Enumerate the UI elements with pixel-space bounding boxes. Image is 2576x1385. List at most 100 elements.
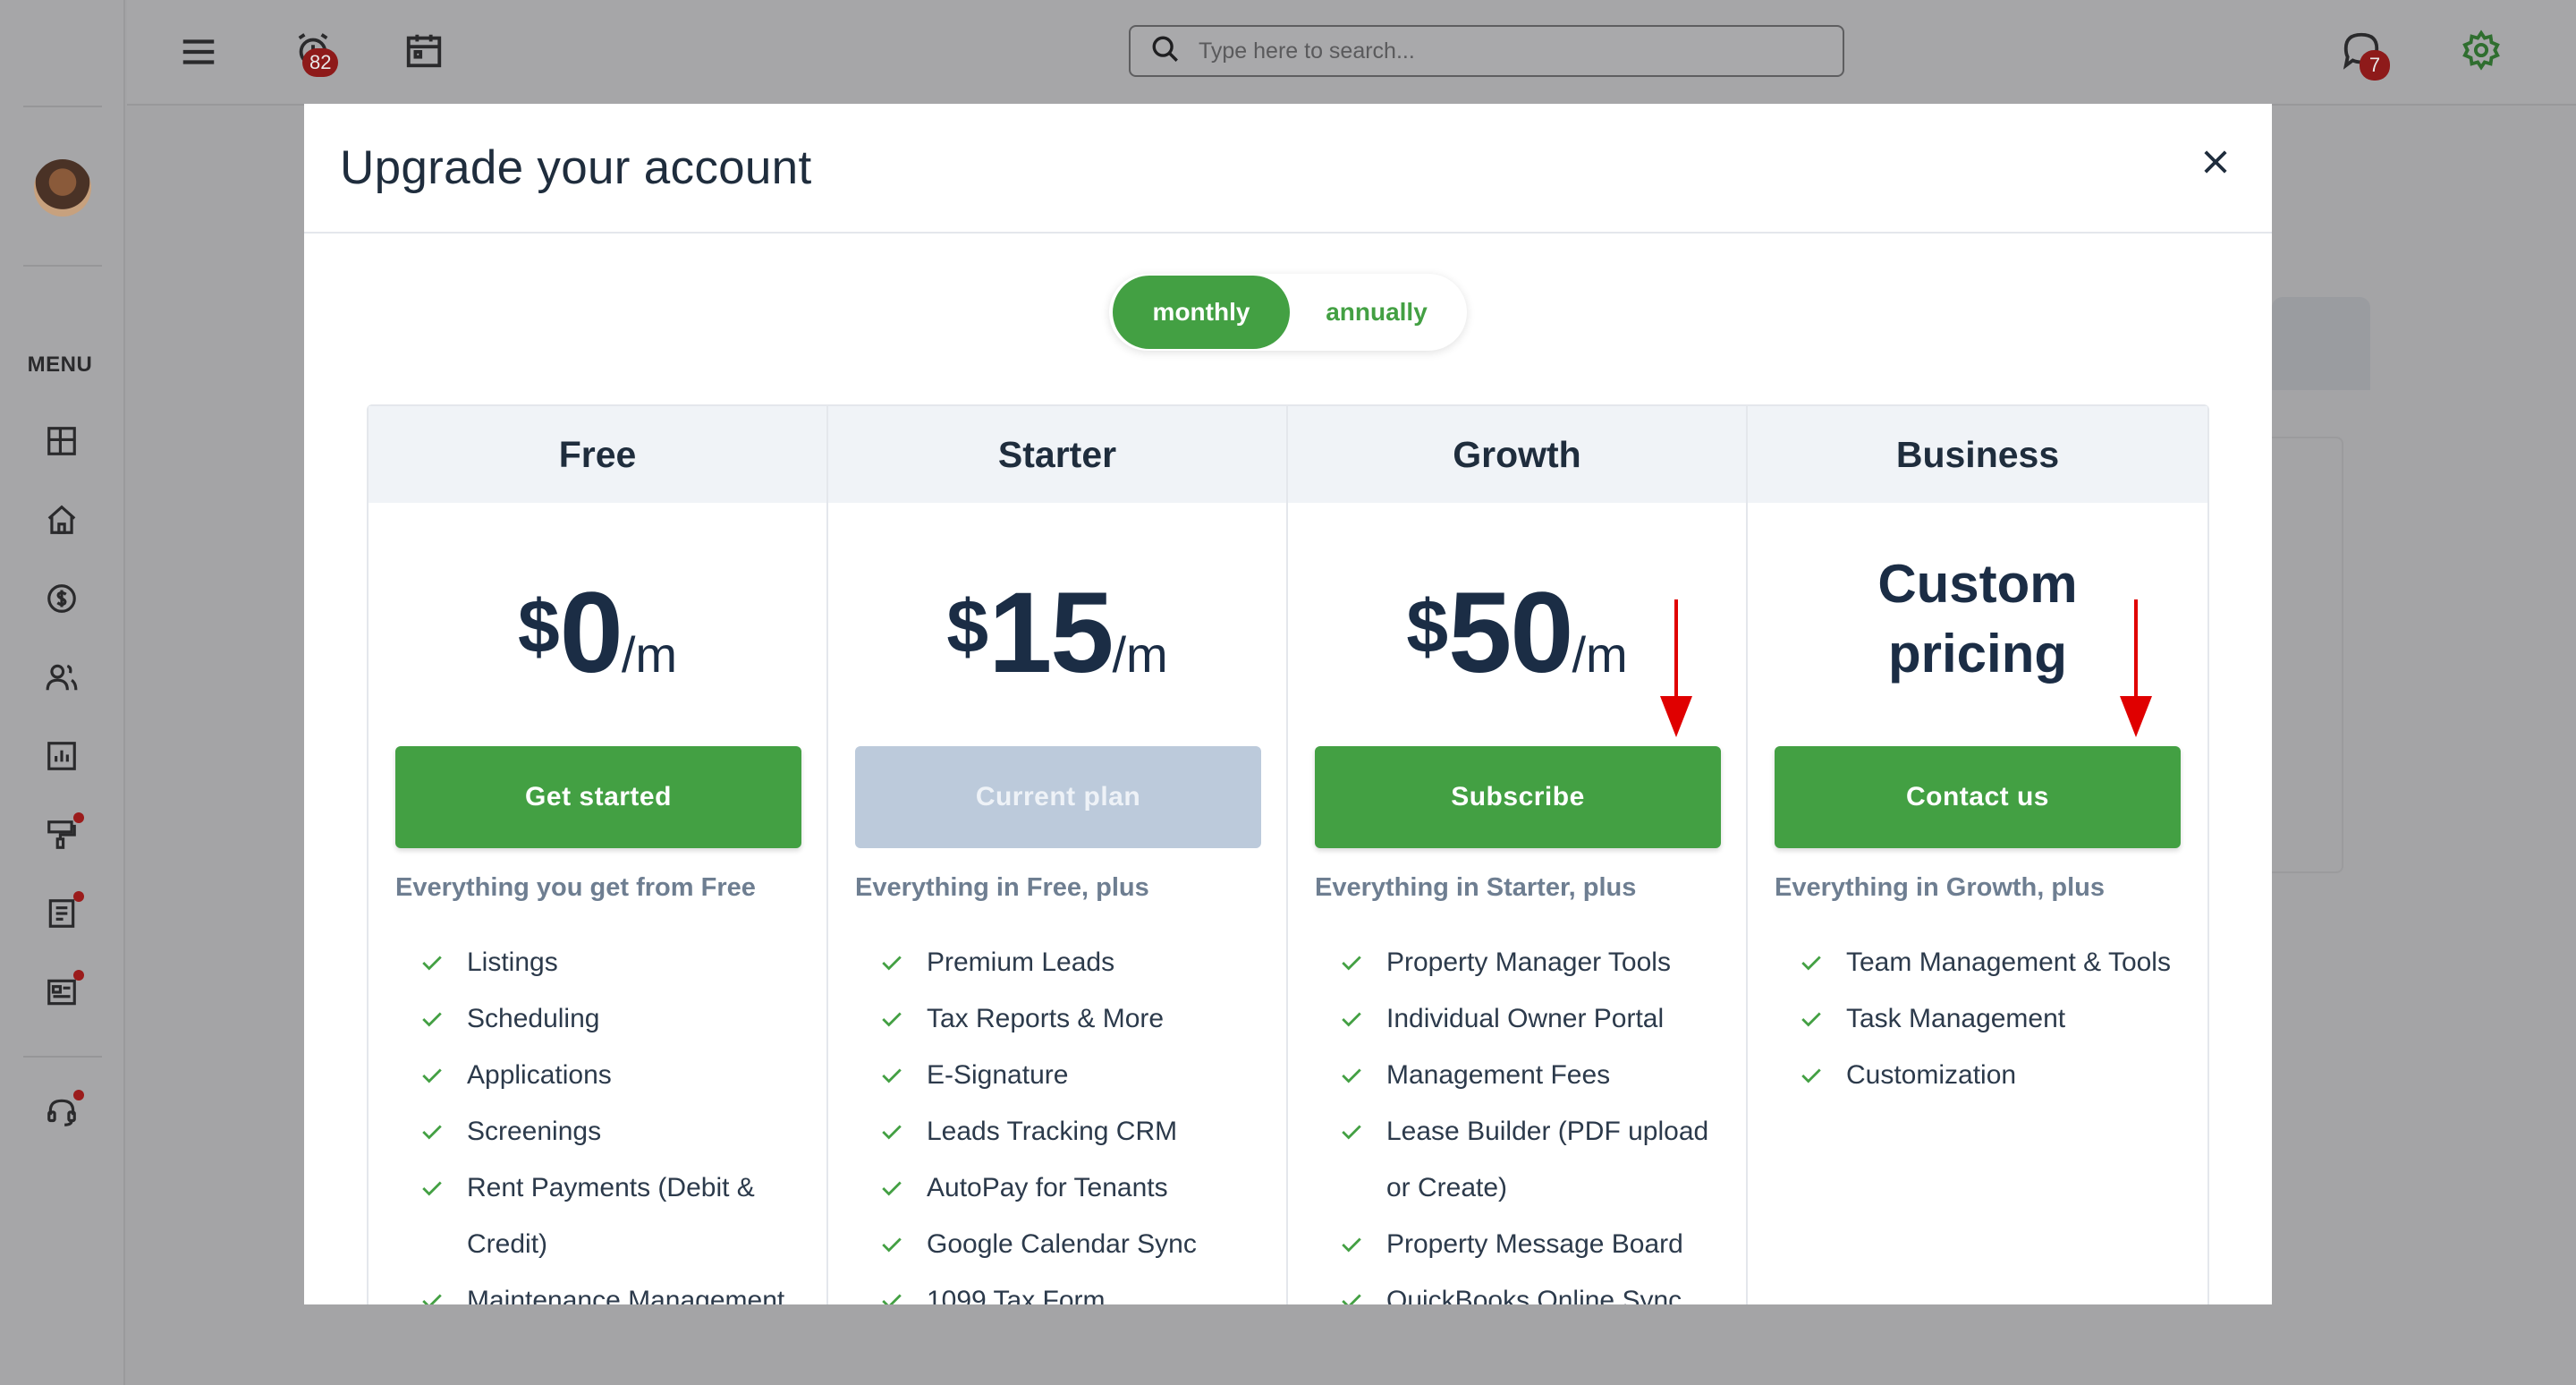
check-icon bbox=[420, 1047, 449, 1103]
check-icon bbox=[1340, 1272, 1368, 1304]
check-icon bbox=[1340, 1103, 1368, 1160]
check-icon bbox=[420, 934, 449, 990]
plan-price: $0/m bbox=[369, 567, 826, 699]
feature-item: QuickBooks Online Sync bbox=[1340, 1272, 1733, 1304]
check-icon bbox=[880, 934, 909, 990]
check-icon bbox=[880, 1272, 909, 1304]
notification-dot bbox=[73, 970, 84, 981]
feature-item: Rent Payments (Debit & Credit) bbox=[420, 1160, 814, 1272]
search-box[interactable] bbox=[1129, 25, 1844, 77]
feature-label: Applications bbox=[467, 1060, 612, 1090]
modal-title: Upgrade your account bbox=[340, 141, 812, 194]
close-icon bbox=[2204, 150, 2227, 174]
price-amount: 50 bbox=[1448, 569, 1573, 697]
calendar-icon[interactable] bbox=[399, 25, 449, 75]
current-plan-button: Current plan bbox=[855, 746, 1261, 848]
check-icon bbox=[1340, 1216, 1368, 1272]
check-icon bbox=[1340, 1047, 1368, 1103]
feature-item: Property Message Board bbox=[1340, 1216, 1733, 1272]
feature-item: Individual Owner Portal bbox=[1340, 990, 1733, 1047]
check-icon bbox=[880, 990, 909, 1047]
feature-item: Management Fees bbox=[1340, 1047, 1733, 1103]
feature-item: E-Signature bbox=[880, 1047, 1274, 1103]
plan-free: Free $0/m Get started Everything you get… bbox=[369, 406, 828, 1304]
check-icon bbox=[420, 1160, 449, 1216]
feature-label: Rent Payments (Debit & Credit) bbox=[467, 1173, 755, 1259]
modal-header: Upgrade your account bbox=[304, 104, 2272, 234]
feature-label: 1099 Tax Form bbox=[927, 1286, 1106, 1304]
sidebar-divider bbox=[23, 1056, 102, 1058]
feature-list: Team Management & Tools Task Management Cu… bbox=[1800, 934, 2193, 1103]
support-icon[interactable] bbox=[43, 1090, 84, 1131]
feature-label: AutoPay for Tenants bbox=[927, 1173, 1168, 1202]
price-period: /m bbox=[621, 626, 678, 683]
chart-icon[interactable] bbox=[43, 737, 80, 775]
plan-subtitle: Everything in Growth, plus bbox=[1775, 873, 2105, 902]
avatar[interactable] bbox=[34, 159, 91, 217]
contact-us-button[interactable]: Contact us bbox=[1775, 746, 2181, 848]
feature-label: Property Message Board bbox=[1386, 1229, 1683, 1259]
plan-price: $15/m bbox=[828, 567, 1286, 699]
feature-label: Task Management bbox=[1846, 1004, 2066, 1033]
subscribe-button[interactable]: Subscribe bbox=[1315, 746, 1721, 848]
listing-icon[interactable] bbox=[43, 970, 84, 1011]
sidebar: MENU bbox=[0, 0, 125, 1385]
plan-growth: Growth $50/m Subscribe Everything in Sta… bbox=[1288, 406, 1748, 1304]
feature-item: 1099 Tax Form bbox=[880, 1272, 1274, 1304]
check-icon bbox=[1800, 934, 1828, 990]
billing-period-toggle[interactable]: monthly annually bbox=[1109, 274, 1467, 351]
feature-item: Listings bbox=[420, 934, 814, 990]
sidebar-divider bbox=[23, 265, 102, 267]
feature-item: Maintenance Management bbox=[420, 1272, 814, 1304]
maintenance-icon[interactable] bbox=[43, 812, 84, 854]
check-icon bbox=[1800, 1047, 1828, 1103]
feature-item: Premium Leads bbox=[880, 934, 1274, 990]
sidebar-divider bbox=[23, 106, 102, 107]
feature-item: Task Management bbox=[1800, 990, 2193, 1047]
notification-dot bbox=[73, 812, 84, 823]
price-currency: $ bbox=[1406, 584, 1449, 668]
feature-label: Property Manager Tools bbox=[1386, 947, 1671, 977]
feature-label: QuickBooks Online Sync bbox=[1386, 1286, 1682, 1304]
feature-label: Management Fees bbox=[1386, 1060, 1611, 1090]
price-period: /m bbox=[1572, 626, 1628, 683]
feature-item: Customization bbox=[1800, 1047, 2193, 1103]
feature-list: Premium Leads Tax Reports & More E-Signatu… bbox=[880, 934, 1274, 1304]
search-input[interactable] bbox=[1199, 38, 1807, 64]
plan-name: Starter bbox=[828, 406, 1286, 503]
check-icon bbox=[880, 1160, 909, 1216]
price-period: /m bbox=[1112, 626, 1168, 683]
plan-name: Business bbox=[1748, 406, 2207, 503]
feature-label: Tax Reports & More bbox=[927, 1004, 1165, 1033]
feature-item: Team Management & Tools bbox=[1800, 934, 2193, 990]
dollar-icon[interactable] bbox=[43, 580, 80, 617]
chat-icon[interactable]: 7 bbox=[2336, 25, 2390, 81]
price-amount: 0 bbox=[559, 569, 623, 697]
plan-name: Growth bbox=[1288, 406, 1746, 503]
document-icon[interactable] bbox=[43, 891, 84, 932]
users-icon[interactable] bbox=[43, 659, 80, 696]
alarm-icon[interactable]: 82 bbox=[288, 25, 339, 77]
home-icon[interactable] bbox=[43, 501, 80, 539]
get-started-button[interactable]: Get started bbox=[395, 746, 801, 848]
feature-label: Team Management & Tools bbox=[1846, 947, 2171, 977]
gear-icon[interactable] bbox=[2456, 25, 2506, 75]
feature-item: Tax Reports & More bbox=[880, 990, 1274, 1047]
feature-item: Property Manager Tools bbox=[1340, 934, 1733, 990]
feature-label: Customization bbox=[1846, 1060, 2017, 1090]
notification-count-badge: 82 bbox=[302, 48, 339, 77]
close-button[interactable] bbox=[2193, 140, 2238, 184]
feature-label: Lease Builder (PDF upload or Create) bbox=[1386, 1117, 1709, 1202]
feature-label: Scheduling bbox=[467, 1004, 600, 1033]
annotation-arrow-icon bbox=[1660, 599, 1692, 737]
annually-option[interactable]: annually bbox=[1290, 276, 1463, 349]
dashboard-icon[interactable] bbox=[43, 422, 80, 460]
plan-name: Free bbox=[369, 406, 826, 503]
background-card-header bbox=[2272, 297, 2370, 390]
feature-item: Screenings bbox=[420, 1103, 814, 1160]
background-panel bbox=[2272, 437, 2343, 873]
monthly-option[interactable]: monthly bbox=[1113, 276, 1290, 349]
hamburger-menu-icon[interactable] bbox=[172, 27, 225, 77]
check-icon bbox=[1800, 990, 1828, 1047]
feature-list: Property Manager Tools Individual Owner P… bbox=[1340, 934, 1733, 1304]
